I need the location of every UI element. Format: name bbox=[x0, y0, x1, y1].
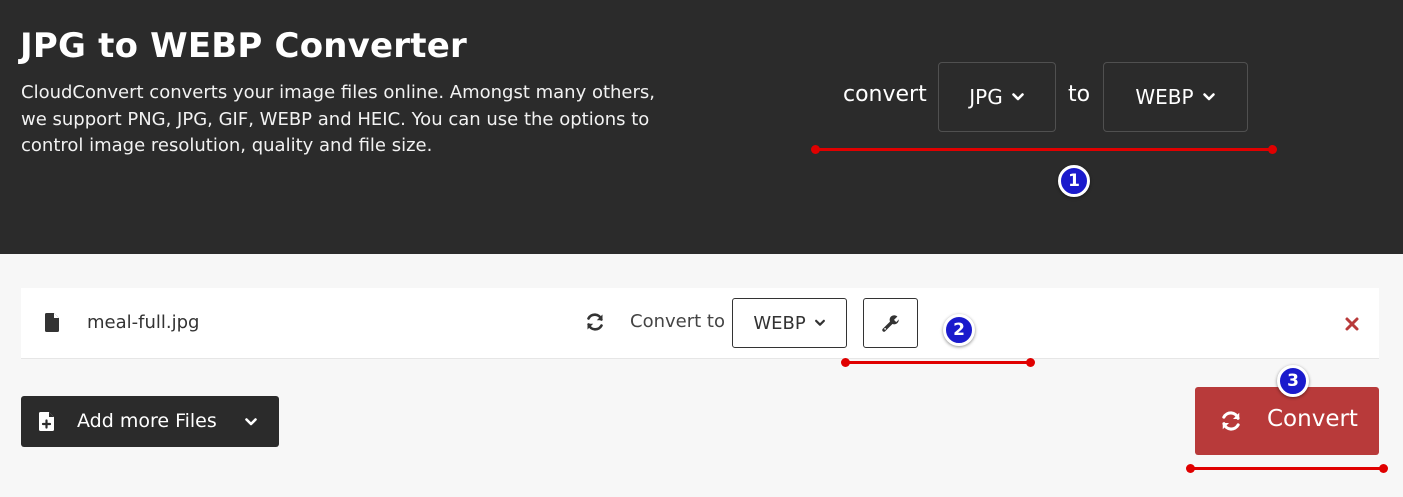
close-icon[interactable] bbox=[1343, 315, 1361, 333]
to-format-select[interactable]: WEBP bbox=[1103, 62, 1248, 132]
settings-button[interactable] bbox=[863, 298, 918, 348]
convert-word: convert bbox=[843, 82, 927, 107]
file-row: meal-full.jpg Convert to WEBP bbox=[21, 288, 1379, 359]
chevron-down-icon bbox=[245, 418, 257, 426]
convert-to-label: Convert to bbox=[630, 311, 725, 332]
hero-section: JPG to WEBP Converter CloudConvert conve… bbox=[0, 0, 1403, 254]
page-description: CloudConvert converts your image files o… bbox=[21, 82, 656, 156]
file-name: meal-full.jpg bbox=[87, 312, 200, 333]
sync-icon bbox=[1222, 411, 1240, 431]
from-format-select[interactable]: JPG bbox=[938, 62, 1056, 132]
wrench-icon bbox=[881, 315, 901, 332]
file-plus-icon bbox=[39, 412, 54, 431]
convert-button[interactable]: Convert bbox=[1195, 387, 1379, 455]
target-format-value: WEBP bbox=[753, 312, 806, 334]
annotation-underline-2 bbox=[841, 358, 1035, 367]
to-word: to bbox=[1068, 82, 1091, 107]
chevron-down-icon bbox=[1011, 93, 1024, 101]
add-more-files-label: Add more Files bbox=[77, 410, 217, 432]
annotation-underline-3 bbox=[1186, 464, 1388, 473]
annotation-underline-1 bbox=[811, 145, 1277, 154]
file-icon bbox=[45, 313, 59, 332]
chevron-down-icon bbox=[814, 319, 825, 326]
convert-label: Convert bbox=[1267, 406, 1358, 432]
chevron-down-icon bbox=[1202, 93, 1215, 101]
to-format-value: WEBP bbox=[1135, 85, 1194, 109]
from-format-value: JPG bbox=[969, 85, 1003, 109]
target-format-select[interactable]: WEBP bbox=[732, 298, 847, 348]
annotation-badge-2: 2 bbox=[943, 314, 975, 346]
annotation-badge-1: 1 bbox=[1058, 165, 1090, 197]
page-title: JPG to WEBP Converter bbox=[20, 26, 467, 66]
annotation-badge-3: 3 bbox=[1277, 365, 1309, 397]
sync-icon bbox=[587, 313, 603, 331]
add-more-files-button[interactable]: Add more Files bbox=[21, 396, 279, 447]
